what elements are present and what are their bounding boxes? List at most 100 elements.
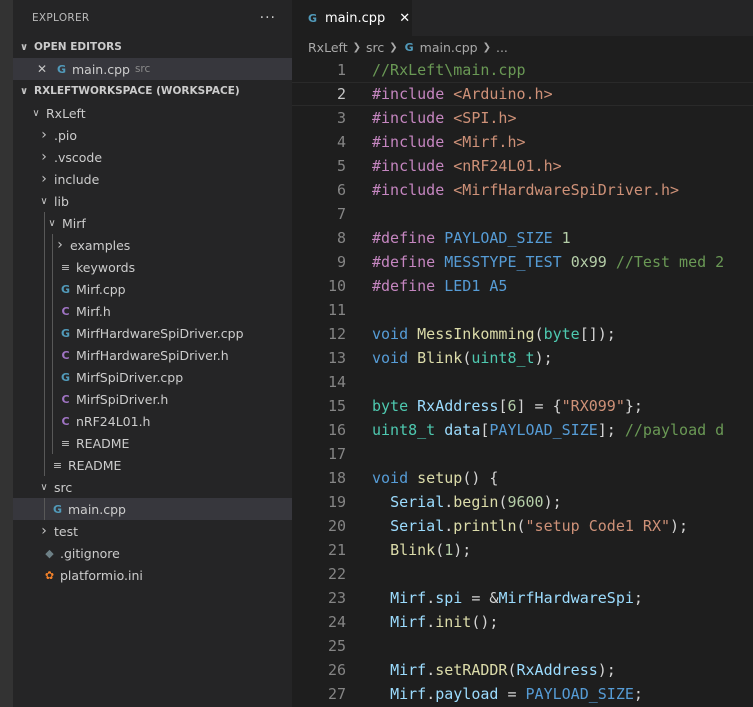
workspace-section[interactable]: ∨ RXLEFTWORKSPACE (WORKSPACE): [13, 80, 292, 102]
open-editors-section[interactable]: ∨ OPEN EDITORS: [13, 36, 292, 58]
tree-item[interactable]: › test: [13, 520, 292, 542]
git-icon: ◆: [45, 546, 54, 560]
code-line[interactable]: 4 #include <Mirf.h>: [292, 130, 753, 154]
code-line[interactable]: 16 uint8_t data[PAYLOAD_SIZE]; //payload …: [292, 418, 753, 442]
tree-item[interactable]: ∨ Mirf: [13, 212, 292, 234]
tree-item[interactable]: › .pio: [13, 124, 292, 146]
tree-item[interactable]: G MirfHardwareSpiDriver.cpp: [13, 322, 292, 344]
code-line[interactable]: 11: [292, 298, 753, 322]
code-line[interactable]: 3 #include <SPI.h>: [292, 106, 753, 130]
code-line[interactable]: 19 Serial.begin(9600);: [292, 490, 753, 514]
tree-item[interactable]: ∨ src: [13, 476, 292, 498]
code-line[interactable]: 10 #define LED1 A5: [292, 274, 753, 298]
tree-item[interactable]: C Mirf.h: [13, 300, 292, 322]
line-number: 21: [327, 541, 346, 559]
code-line[interactable]: 7: [292, 202, 753, 226]
code-token: );: [597, 661, 616, 679]
close-icon[interactable]: ✕: [35, 62, 49, 76]
code-token: Mirf: [390, 685, 427, 703]
tree-item[interactable]: ∨ lib: [13, 190, 292, 212]
indent-guide: [44, 212, 45, 234]
code-line[interactable]: 25: [292, 634, 753, 658]
code-token: () {: [462, 469, 499, 487]
code-line[interactable]: 21 Blink(1);: [292, 538, 753, 562]
tree-item[interactable]: › examples: [13, 234, 292, 256]
editor-area: G main.cpp ✕ RxLeft ❯ src ❯ G main.cpp ❯…: [292, 0, 753, 707]
tree-item[interactable]: ≡ README: [13, 432, 292, 454]
file-cpp-icon: G: [60, 326, 71, 340]
close-icon[interactable]: ✕: [399, 11, 410, 26]
tree-item[interactable]: › .vscode: [13, 146, 292, 168]
code-text: #define PAYLOAD_SIZE 1: [372, 226, 571, 250]
tree-item[interactable]: G MirfSpiDriver.cpp: [13, 366, 292, 388]
activity-bar: [0, 0, 13, 707]
breadcrumb-item[interactable]: ...: [496, 40, 508, 55]
tree-item[interactable]: ✿ platformio.ini: [13, 564, 292, 586]
code-line[interactable]: 22: [292, 562, 753, 586]
code-token: );: [670, 517, 689, 535]
code-token: .: [426, 589, 436, 607]
tree-item[interactable]: Gmain.cpp: [13, 498, 292, 520]
code-line[interactable]: 17: [292, 442, 753, 466]
breadcrumb-item[interactable]: src: [366, 40, 384, 55]
code-token: Mirf: [390, 589, 427, 607]
tree-item-label: include: [54, 171, 100, 187]
code-line[interactable]: 9 #define MESSTYPE_TEST 0x99 //Test med 2: [292, 250, 753, 274]
tab-main-cpp[interactable]: G main.cpp ✕: [292, 0, 412, 36]
code-line[interactable]: 20 Serial.println("setup Code1 RX");: [292, 514, 753, 538]
tree-item-label: README: [68, 457, 122, 473]
open-editor-name: main.cpp: [72, 61, 130, 77]
open-editor-item[interactable]: ✕ G main.cpp src: [13, 58, 292, 80]
tree-item[interactable]: ≡ keywords: [13, 256, 292, 278]
indent-guide: [52, 300, 53, 322]
code-token: //payload d: [624, 421, 725, 439]
code-line[interactable]: 5 #include <nRF24L01.h>: [292, 154, 753, 178]
code-line[interactable]: 2 #include <Arduino.h>: [292, 82, 753, 106]
code-line[interactable]: 23 Mirf.spi = &MirfHardwareSpi;: [292, 586, 753, 610]
tree-item-label: platformio.ini: [60, 567, 143, 583]
tree-item[interactable]: G Mirf.cpp: [13, 278, 292, 300]
tree-item[interactable]: CnRF24L01.h: [13, 410, 292, 432]
code-token: ;: [633, 589, 643, 607]
tree-item[interactable]: C MirfHardwareSpiDriver.h: [13, 344, 292, 366]
indent-guide: [44, 322, 45, 344]
chevron-right-icon: ›: [41, 171, 47, 187]
tree-item[interactable]: ≡ README: [13, 454, 292, 476]
code-line[interactable]: 6 #include <MirfHardwareSpiDriver.h>: [292, 178, 753, 202]
tree-item-label: Mirf.cpp: [76, 281, 126, 297]
code-token: 0x99: [570, 253, 607, 271]
code-line[interactable]: 26 Mirf.setRADDR(RxAddress);: [292, 658, 753, 682]
code-token: spi: [435, 589, 463, 607]
chevron-right-icon: ❯: [482, 41, 491, 53]
tree-item[interactable]: ◆ .gitignore: [13, 542, 292, 564]
tree-item[interactable]: ∨ RxLeft: [13, 102, 292, 124]
code-line[interactable]: 8 #define PAYLOAD_SIZE 1: [292, 226, 753, 250]
breadcrumb-item[interactable]: RxLeft: [308, 40, 348, 55]
tree-item[interactable]: C MirfSpiDriver.h: [13, 388, 292, 410]
code-line[interactable]: 14: [292, 370, 753, 394]
indent-guide: [44, 498, 45, 520]
code-line[interactable]: 1 //RxLeft\main.cpp: [292, 58, 753, 82]
breadcrumb-item[interactable]: main.cpp: [420, 40, 478, 55]
file-tree: ∨ RxLeft › .pio › .vscode › include ∨ lib ∨ Mirf › ex…: [13, 102, 292, 586]
more-actions-icon[interactable]: ···: [260, 10, 276, 26]
code-line[interactable]: 18 void setup() {: [292, 466, 753, 490]
code-token: .: [444, 493, 454, 511]
code-line[interactable]: 27 Mirf.payload = PAYLOAD_SIZE;: [292, 682, 753, 706]
code-text: Serial.begin(9600);: [372, 490, 562, 514]
indent-guide: [52, 432, 53, 454]
code-line[interactable]: 15 byte RxAddress[6] = {"RX099"};: [292, 394, 753, 418]
code-line[interactable]: 13 void Blink(uint8_t);: [292, 346, 753, 370]
code-line[interactable]: 24 Mirf.init();: [292, 610, 753, 634]
chevron-right-icon: ›: [41, 149, 47, 165]
code-line[interactable]: 12 void MessInkomming(byte[]);: [292, 322, 753, 346]
code-editor[interactable]: 1//RxLeft\main.cpp 2 #include <Arduino.h> 3…: [292, 58, 753, 706]
code-token: (: [462, 349, 472, 367]
tree-item-label: .pio: [54, 127, 78, 143]
code-text: Mirf.spi = &MirfHardwareSpi;: [372, 586, 643, 610]
tree-item[interactable]: › include: [13, 168, 292, 190]
line-number: 23: [327, 589, 346, 607]
line-number: 5: [336, 157, 346, 175]
